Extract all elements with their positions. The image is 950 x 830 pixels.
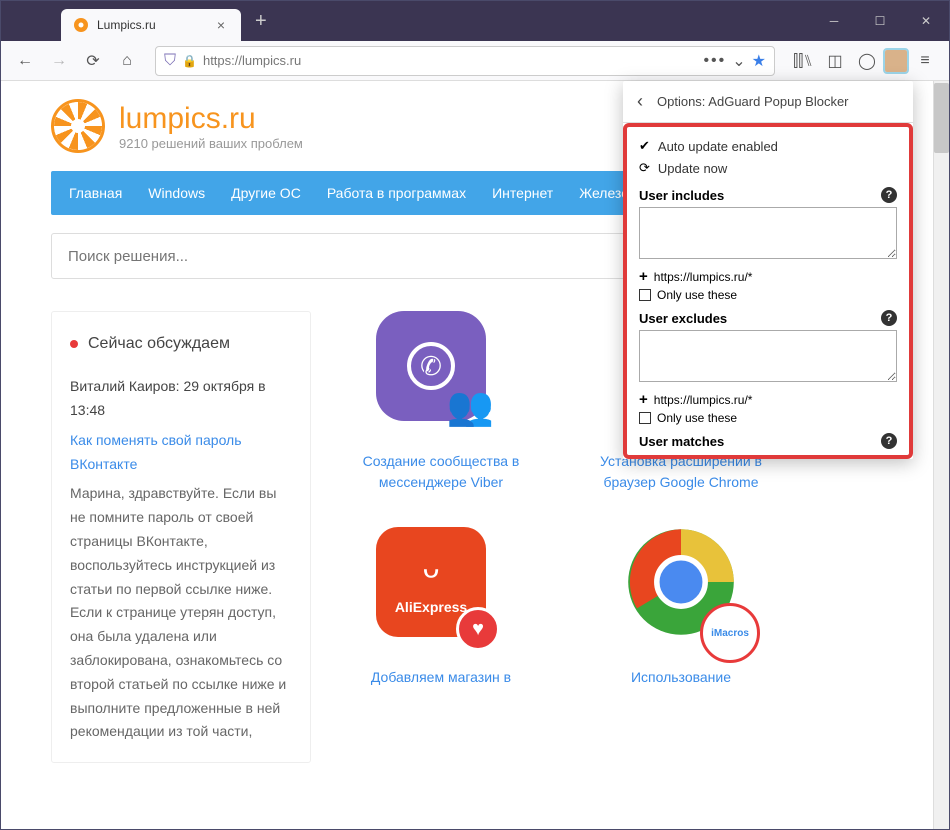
tab-close-icon[interactable]: × bbox=[213, 17, 229, 33]
card-imacros-title[interactable]: Использование bbox=[581, 667, 781, 688]
minimize-button[interactable]: ─ bbox=[811, 1, 857, 41]
user-matches-label: User matches bbox=[639, 434, 724, 449]
only-includes-checkbox[interactable] bbox=[639, 289, 651, 301]
reload-button[interactable]: ⟳ bbox=[79, 47, 107, 75]
popup-back-button[interactable]: ‹ bbox=[637, 91, 643, 112]
browser-tab[interactable]: Lumpics.ru × bbox=[61, 9, 241, 41]
bookmark-star-icon[interactable]: ★ bbox=[752, 51, 766, 71]
nav-home[interactable]: Главная bbox=[69, 185, 122, 201]
forward-button[interactable]: → bbox=[45, 47, 73, 75]
live-dot-icon bbox=[70, 340, 78, 348]
pocket-icon[interactable]: ⌄ bbox=[732, 51, 745, 71]
plus-icon: + bbox=[639, 268, 648, 285]
shield-icon[interactable]: ⛉ bbox=[164, 52, 176, 70]
nav-windows[interactable]: Windows bbox=[148, 185, 205, 201]
library-icon[interactable]: ⫿⫿⑊ bbox=[789, 47, 817, 75]
sidebar-icon[interactable]: ◫ bbox=[821, 47, 849, 75]
site-slogan: 9210 решений ваших проблем bbox=[119, 136, 303, 151]
popup-header: ‹ Options: AdGuard Popup Blocker bbox=[623, 81, 913, 123]
add-include-row[interactable]: +https://lumpics.ru/* bbox=[639, 268, 897, 285]
refresh-icon: ⟳ bbox=[639, 160, 650, 176]
user-includes-textarea[interactable] bbox=[639, 207, 897, 259]
help-icon[interactable]: ? bbox=[881, 310, 897, 326]
url-text: https://lumpics.ru bbox=[203, 53, 697, 68]
new-tab-button[interactable]: + bbox=[255, 10, 267, 33]
comment-text: Марина, здравствуйте. Если вы не помните… bbox=[70, 482, 292, 744]
menu-icon[interactable]: ≡ bbox=[911, 47, 939, 75]
window-controls: ─ ☐ ✕ bbox=[811, 1, 949, 41]
close-button[interactable]: ✕ bbox=[903, 1, 949, 41]
viber-icon: ✆👥 bbox=[376, 311, 486, 421]
user-excludes-label: User excludes bbox=[639, 311, 727, 326]
comment-meta: Виталий Каиров: 29 октября в 13:48 bbox=[70, 375, 292, 423]
user-excludes-textarea[interactable] bbox=[639, 330, 897, 382]
heart-badge-icon: ♥ bbox=[456, 607, 500, 651]
aliexpress-icon: ᵕAliExpress♥ bbox=[376, 527, 486, 637]
discussion-sidebar: Сейчас обсуждаем Виталий Каиров: 29 октя… bbox=[51, 311, 311, 763]
help-icon[interactable]: ? bbox=[881, 187, 897, 203]
check-icon: ✔ bbox=[639, 138, 650, 154]
page-actions-icon[interactable]: ••• bbox=[703, 52, 726, 70]
card-viber[interactable]: ✆👥 Создание сообщества в мессенджере Vib… bbox=[341, 311, 541, 493]
back-button[interactable]: ← bbox=[11, 47, 39, 75]
extension-options-popup: ‹ Options: AdGuard Popup Blocker ✔Auto u… bbox=[623, 81, 913, 459]
imacros-badge: iMacros bbox=[700, 603, 760, 663]
tab-title: Lumpics.ru bbox=[97, 18, 213, 32]
sidebar-heading: Сейчас обсуждаем bbox=[70, 330, 292, 357]
greasemonkey-extension-icon[interactable] bbox=[885, 50, 907, 72]
popup-title: Options: AdGuard Popup Blocker bbox=[657, 94, 849, 109]
card-ali-title[interactable]: Добавляем магазин в bbox=[341, 667, 541, 688]
nav-programs[interactable]: Работа в программах bbox=[327, 185, 466, 201]
update-now-row[interactable]: ⟳Update now bbox=[639, 157, 897, 179]
site-logo[interactable] bbox=[51, 99, 105, 153]
maximize-button[interactable]: ☐ bbox=[857, 1, 903, 41]
only-includes-label: Only use these bbox=[657, 288, 737, 302]
only-excludes-label: Only use these bbox=[657, 411, 737, 425]
nav-other-os[interactable]: Другие ОС bbox=[231, 185, 301, 201]
titlebar: Lumpics.ru × + ─ ☐ ✕ bbox=[1, 1, 949, 41]
lock-icon[interactable]: 🔒 bbox=[182, 54, 197, 68]
site-name[interactable]: lumpics.ru bbox=[119, 102, 303, 136]
comment-link[interactable]: Как поменять свой пароль ВКонтакте bbox=[70, 432, 242, 472]
scrollbar[interactable] bbox=[933, 81, 949, 829]
only-excludes-checkbox[interactable] bbox=[639, 412, 651, 424]
account-icon[interactable]: ◯ bbox=[853, 47, 881, 75]
group-icon: 👥 bbox=[447, 385, 494, 429]
card-viber-title[interactable]: Создание сообщества в мессенджере Viber bbox=[341, 451, 541, 493]
scrollbar-thumb[interactable] bbox=[934, 83, 949, 153]
nav-hardware[interactable]: Железо bbox=[579, 185, 629, 201]
help-icon[interactable]: ? bbox=[881, 433, 897, 449]
auto-update-row[interactable]: ✔Auto update enabled bbox=[639, 135, 897, 157]
card-aliexpress[interactable]: ᵕAliExpress♥ Добавляем магазин в bbox=[341, 527, 541, 688]
plus-icon: + bbox=[639, 391, 648, 408]
user-includes-label: User includes bbox=[639, 188, 724, 203]
home-button[interactable]: ⌂ bbox=[113, 47, 141, 75]
browser-window: Lumpics.ru × + ─ ☐ ✕ ← → ⟳ ⌂ ⛉ 🔒 https:/… bbox=[0, 0, 950, 830]
lumpics-favicon bbox=[73, 17, 89, 33]
add-exclude-row[interactable]: +https://lumpics.ru/* bbox=[639, 391, 897, 408]
nav-internet[interactable]: Интернет bbox=[492, 185, 553, 201]
toolbar: ← → ⟳ ⌂ ⛉ 🔒 https://lumpics.ru ••• ⌄ ★ ⫿… bbox=[1, 41, 949, 81]
card-imacros[interactable]: iMacros Использование bbox=[581, 527, 781, 688]
url-bar[interactable]: ⛉ 🔒 https://lumpics.ru ••• ⌄ ★ bbox=[155, 46, 775, 76]
